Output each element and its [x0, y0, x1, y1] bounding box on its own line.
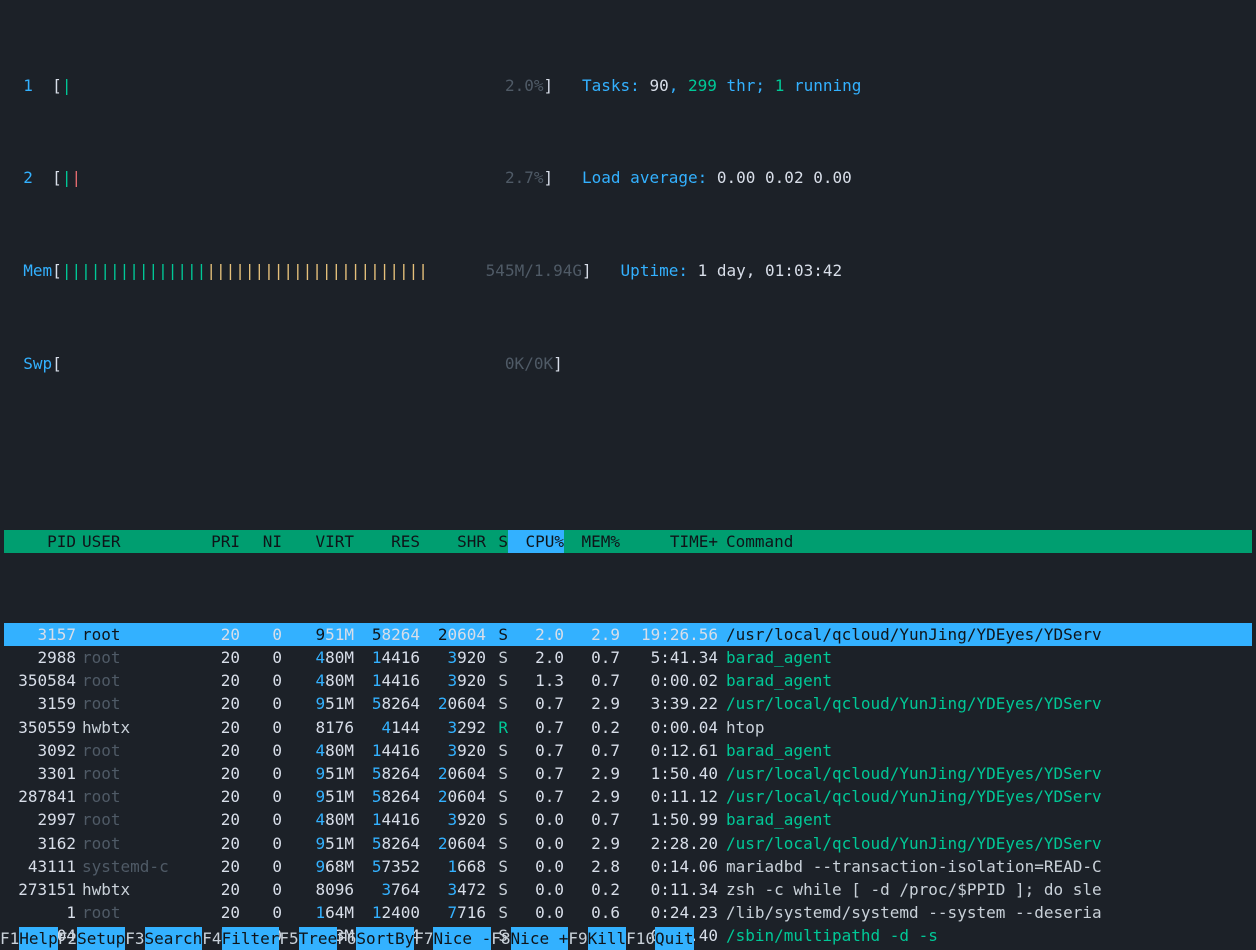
fkey-F2[interactable]: F2: [58, 927, 77, 950]
process-row[interactable]: 3092root200480M144163920S0.70.70:12.61ba…: [4, 739, 1252, 762]
col-cmd[interactable]: Command: [718, 530, 1252, 553]
process-row[interactable]: 1root200164M124007716S0.00.60:24.23/lib/…: [4, 901, 1252, 924]
function-keys[interactable]: F1Help F2Setup F3SearchF4FilterF5Tree F6…: [0, 927, 1256, 950]
col-mem[interactable]: MEM%: [564, 530, 620, 553]
fkey-F6[interactable]: F6: [337, 927, 356, 950]
process-row[interactable]: 350559hwbtx200817641443292R0.70.20:00.04…: [4, 716, 1252, 739]
process-row[interactable]: 273151hwbtx200809637643472S0.00.20:11.34…: [4, 878, 1252, 901]
col-time[interactable]: TIME+: [620, 530, 718, 553]
col-ni[interactable]: NI: [240, 530, 282, 553]
fkey-F4[interactable]: F4: [202, 927, 221, 950]
fkey-label[interactable]: Tree: [299, 927, 338, 950]
fkey-F8[interactable]: F8: [491, 927, 510, 950]
fkey-F10[interactable]: F10: [626, 927, 655, 950]
process-row[interactable]: 2997root200480M144163920S0.00.71:50.99ba…: [4, 808, 1252, 831]
fkey-F9[interactable]: F9: [568, 927, 587, 950]
process-row[interactable]: 3159root200951M5826420604S0.72.93:39.22/…: [4, 692, 1252, 715]
fkey-label[interactable]: Nice +: [511, 927, 569, 950]
col-virt[interactable]: VIRT: [282, 530, 354, 553]
fkey-label[interactable]: Setup: [77, 927, 125, 950]
col-shr[interactable]: SHR: [420, 530, 486, 553]
process-row[interactable]: 3162root200951M5826420604S0.02.92:28.20/…: [4, 832, 1252, 855]
fkey-F7[interactable]: F7: [414, 927, 433, 950]
htop-terminal[interactable]: 1 [| 2.0%] Tasks: 90, 299 thr; 1 running…: [0, 0, 1256, 950]
col-s[interactable]: S: [486, 530, 508, 553]
cpu2-meter: 2 [|| 2.7%] Load average: 0.00 0.02 0.00: [4, 166, 1252, 189]
fkey-label[interactable]: Quit: [655, 927, 694, 950]
mem-meter: Mem[||||||||||||||||||||||||||||||||||||…: [4, 259, 1252, 282]
process-row[interactable]: 350584root200480M144163920S1.30.70:00.02…: [4, 669, 1252, 692]
process-row[interactable]: 3157root200951M5826420604S2.02.919:26.56…: [4, 623, 1252, 646]
col-user[interactable]: USER: [76, 530, 184, 553]
fkey-label[interactable]: Filter: [222, 927, 280, 950]
fkey-label[interactable]: Help: [19, 927, 58, 950]
process-row[interactable]: 287841root200951M5826420604S0.72.90:11.1…: [4, 785, 1252, 808]
fkey-label[interactable]: Kill: [588, 927, 627, 950]
col-pid[interactable]: PID: [4, 530, 76, 553]
process-list[interactable]: 3157root200951M5826420604S2.02.919:26.56…: [4, 623, 1252, 950]
fkey-F5[interactable]: F5: [279, 927, 298, 950]
fkey-F1[interactable]: F1: [0, 927, 19, 950]
col-pri[interactable]: PRI: [184, 530, 240, 553]
process-row[interactable]: 43111systemd-c200968M573521668S0.02.80:1…: [4, 855, 1252, 878]
process-header[interactable]: PID USER PRI NI VIRT RES SHR S CPU% MEM%…: [4, 530, 1252, 553]
fkey-label[interactable]: Search: [145, 927, 203, 950]
col-cpu[interactable]: CPU%: [508, 530, 564, 553]
col-res[interactable]: RES: [354, 530, 420, 553]
process-row[interactable]: 3301root200951M5826420604S0.72.91:50.40/…: [4, 762, 1252, 785]
process-row[interactable]: 2988root200480M144163920S2.00.75:41.34ba…: [4, 646, 1252, 669]
fkey-label[interactable]: Nice -: [433, 927, 491, 950]
fkey-F3[interactable]: F3: [125, 927, 144, 950]
cpu1-meter: 1 [| 2.0%] Tasks: 90, 299 thr; 1 running: [4, 74, 1252, 97]
fkey-label[interactable]: SortBy: [356, 927, 414, 950]
swp-meter: Swp[ 0K/0K]: [4, 352, 1252, 375]
